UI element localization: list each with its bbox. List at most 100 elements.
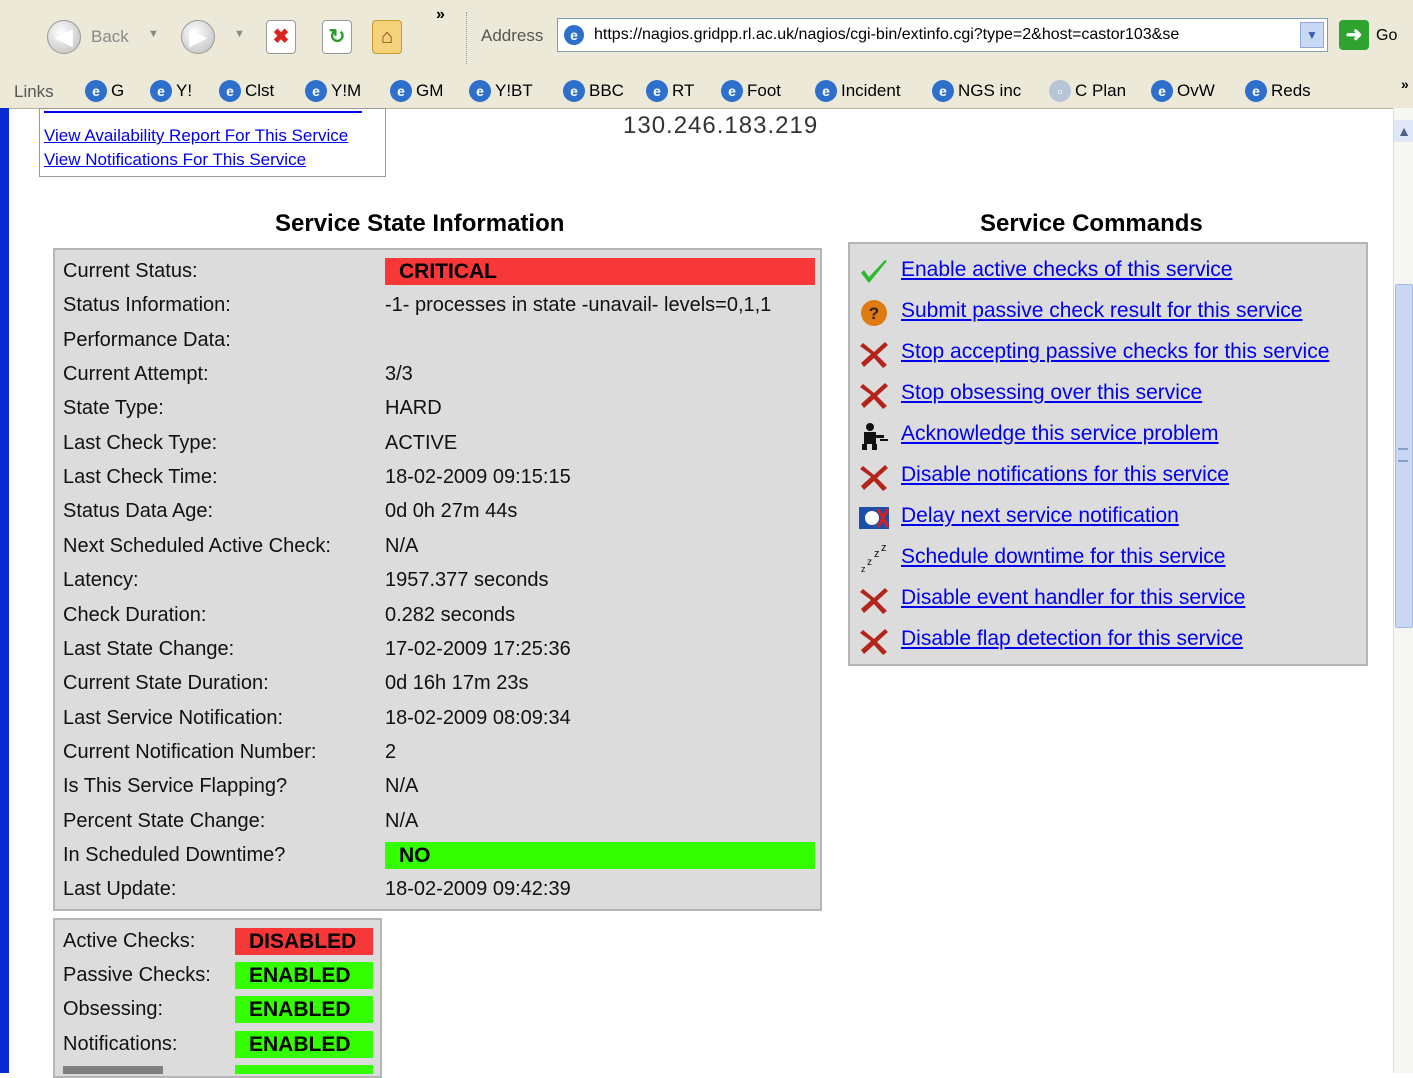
x-icon bbox=[860, 588, 888, 614]
browser-toolbar: ◀ Back ▼ ▶ ▼ ✖ ↻ ⌂ » Address e https://n… bbox=[0, 0, 1413, 79]
service-links-box: View Availability Report For This Servic… bbox=[39, 108, 386, 177]
links-overflow-chevron[interactable]: » bbox=[1401, 76, 1409, 92]
x-icon bbox=[860, 465, 888, 491]
check-label: Obsessing: bbox=[63, 998, 164, 1020]
address-label: Address bbox=[481, 26, 544, 45]
checks-table: Active Checks: DISABLED Passive Checks: … bbox=[53, 918, 382, 1078]
row-value: ACTIVE bbox=[385, 432, 458, 454]
cmd-link[interactable]: Stop obsessing over this service bbox=[901, 381, 1202, 405]
address-url[interactable]: https://nagios.gridpp.rl.ac.uk/nagios/cg… bbox=[594, 26, 1274, 44]
cmd-link[interactable]: Stop accepting passive checks for this s… bbox=[901, 340, 1329, 364]
scrollbar-grip-icon bbox=[1398, 448, 1408, 462]
ie-page-icon: e bbox=[932, 80, 954, 102]
row-label: Last State Change: bbox=[63, 638, 235, 660]
row-label: Status Information: bbox=[63, 294, 231, 316]
row-label: Latency: bbox=[63, 569, 139, 591]
obsessing-badge: ENABLED bbox=[235, 996, 373, 1023]
row-label: Last Update: bbox=[63, 878, 177, 900]
toolbar-separator bbox=[466, 12, 468, 64]
ie-page-icon: e bbox=[305, 80, 327, 102]
back-label: Back bbox=[91, 27, 129, 46]
link-ovw[interactable]: e OvW bbox=[1151, 80, 1215, 104]
scroll-up-arrow-icon[interactable]: ▲ bbox=[1394, 120, 1413, 142]
cmd-link[interactable]: Disable flap detection for this service bbox=[901, 627, 1243, 651]
svg-text:z: z bbox=[874, 548, 880, 560]
toolbar-overflow-chevron[interactable]: » bbox=[436, 6, 445, 24]
check-label: Passive Checks: bbox=[63, 964, 211, 986]
row-label: Current State Duration: bbox=[63, 672, 269, 694]
row-label: Last Service Notification: bbox=[63, 707, 284, 729]
ie-page-icon: e bbox=[469, 80, 491, 102]
row-value: HARD bbox=[385, 397, 442, 419]
link-ngs-inc[interactable]: e NGS inc bbox=[932, 80, 1021, 104]
link-clst[interactable]: e Clst bbox=[219, 80, 274, 104]
cmd-link[interactable]: Delay next service notification bbox=[901, 504, 1179, 528]
commands-title: Service Commands bbox=[980, 210, 1203, 237]
row-value: 0d 0h 27m 44s bbox=[385, 500, 518, 522]
commands-panel: Enable active checks of this service ? S… bbox=[848, 242, 1368, 666]
ie-page-icon: e bbox=[1245, 80, 1267, 102]
address-dropdown-icon[interactable]: ▼ bbox=[1300, 22, 1324, 48]
link-reds[interactable]: e Reds bbox=[1245, 80, 1311, 104]
vertical-scrollbar[interactable]: ▲ bbox=[1393, 108, 1413, 1073]
row-label: Current Status: bbox=[63, 260, 198, 282]
status-badge-critical: CRITICAL bbox=[385, 258, 815, 285]
cmd-link[interactable]: Enable active checks of this service bbox=[901, 258, 1233, 282]
svg-text:?: ? bbox=[869, 304, 879, 323]
row-value: 1957.377 seconds bbox=[385, 569, 549, 591]
cmd-link[interactable]: Schedule downtime for this service bbox=[901, 545, 1226, 569]
cut-off-link-underline bbox=[44, 111, 362, 113]
link-foot[interactable]: e Foot bbox=[721, 80, 781, 104]
forward-dropdown-icon[interactable]: ▼ bbox=[234, 28, 245, 40]
row-value: -1- processes in state -unavail- levels=… bbox=[385, 294, 772, 316]
home-icon[interactable]: ⌂ bbox=[372, 20, 402, 54]
link-bbc[interactable]: e BBC bbox=[563, 80, 624, 104]
link-rt[interactable]: e RT bbox=[646, 80, 694, 104]
notifications-badge: ENABLED bbox=[235, 1031, 373, 1058]
row-label: Last Check Type: bbox=[63, 432, 218, 454]
row-value: N/A bbox=[385, 535, 419, 557]
state-info-title: Service State Information bbox=[275, 210, 565, 237]
document-icon: ▫ bbox=[1049, 80, 1071, 102]
row-value: 18-02-2009 08:09:34 bbox=[385, 707, 571, 729]
row-label: Current Notification Number: bbox=[63, 741, 317, 763]
row-label: Performance Data: bbox=[63, 329, 231, 351]
row-label: Current Attempt: bbox=[63, 363, 209, 385]
passive-checks-badge: ENABLED bbox=[235, 962, 373, 989]
x-icon bbox=[860, 383, 888, 409]
cmd-link[interactable]: Submit passive check result for this ser… bbox=[901, 299, 1302, 323]
back-button[interactable]: ◀ bbox=[47, 20, 81, 54]
window-left-edge bbox=[0, 108, 9, 1073]
stop-icon[interactable]: ✖ bbox=[266, 20, 296, 54]
link-yahoo-mail[interactable]: e Y!M bbox=[305, 80, 361, 104]
address-bar[interactable]: e https://nagios.gridpp.rl.ac.uk/nagios/… bbox=[557, 18, 1328, 52]
row-value: N/A bbox=[385, 775, 419, 797]
cmd-link[interactable]: Disable notifications for this service bbox=[901, 463, 1229, 487]
back-dropdown-icon[interactable]: ▼ bbox=[148, 28, 159, 40]
link-incident[interactable]: e Incident bbox=[815, 80, 901, 104]
cmd-link[interactable]: Disable event handler for this service bbox=[901, 586, 1245, 610]
availability-report-link[interactable]: View Availability Report For This Servic… bbox=[44, 126, 348, 146]
ie-page-icon: e bbox=[85, 80, 107, 102]
check-label: Active Checks: bbox=[63, 930, 196, 952]
x-icon bbox=[860, 342, 888, 368]
link-g[interactable]: eG bbox=[85, 80, 124, 104]
forward-button[interactable]: ▶ bbox=[181, 20, 215, 54]
link-c-plan[interactable]: ▫ C Plan bbox=[1049, 80, 1126, 104]
forward-arrow-icon: ▶ bbox=[189, 24, 207, 49]
notifications-link[interactable]: View Notifications For This Service bbox=[44, 150, 306, 170]
link-gm[interactable]: e GM bbox=[390, 80, 443, 104]
ie-page-icon: e bbox=[150, 80, 172, 102]
cmd-link[interactable]: Acknowledge this service problem bbox=[901, 422, 1218, 446]
go-button[interactable]: Go bbox=[1376, 27, 1397, 45]
row-value: 17-02-2009 17:25:36 bbox=[385, 638, 571, 660]
link-yahoo-bt[interactable]: e Y!BT bbox=[469, 80, 533, 104]
ie-page-icon: e bbox=[815, 80, 837, 102]
svg-text:z: z bbox=[867, 557, 872, 568]
link-yahoo[interactable]: e Y! bbox=[150, 80, 192, 104]
links-label: Links bbox=[14, 82, 54, 101]
go-arrow-icon[interactable]: ➜ bbox=[1339, 20, 1369, 50]
refresh-icon[interactable]: ↻ bbox=[322, 20, 352, 54]
row-value: 0d 16h 17m 23s bbox=[385, 672, 529, 694]
ie-page-icon: e bbox=[1151, 80, 1173, 102]
